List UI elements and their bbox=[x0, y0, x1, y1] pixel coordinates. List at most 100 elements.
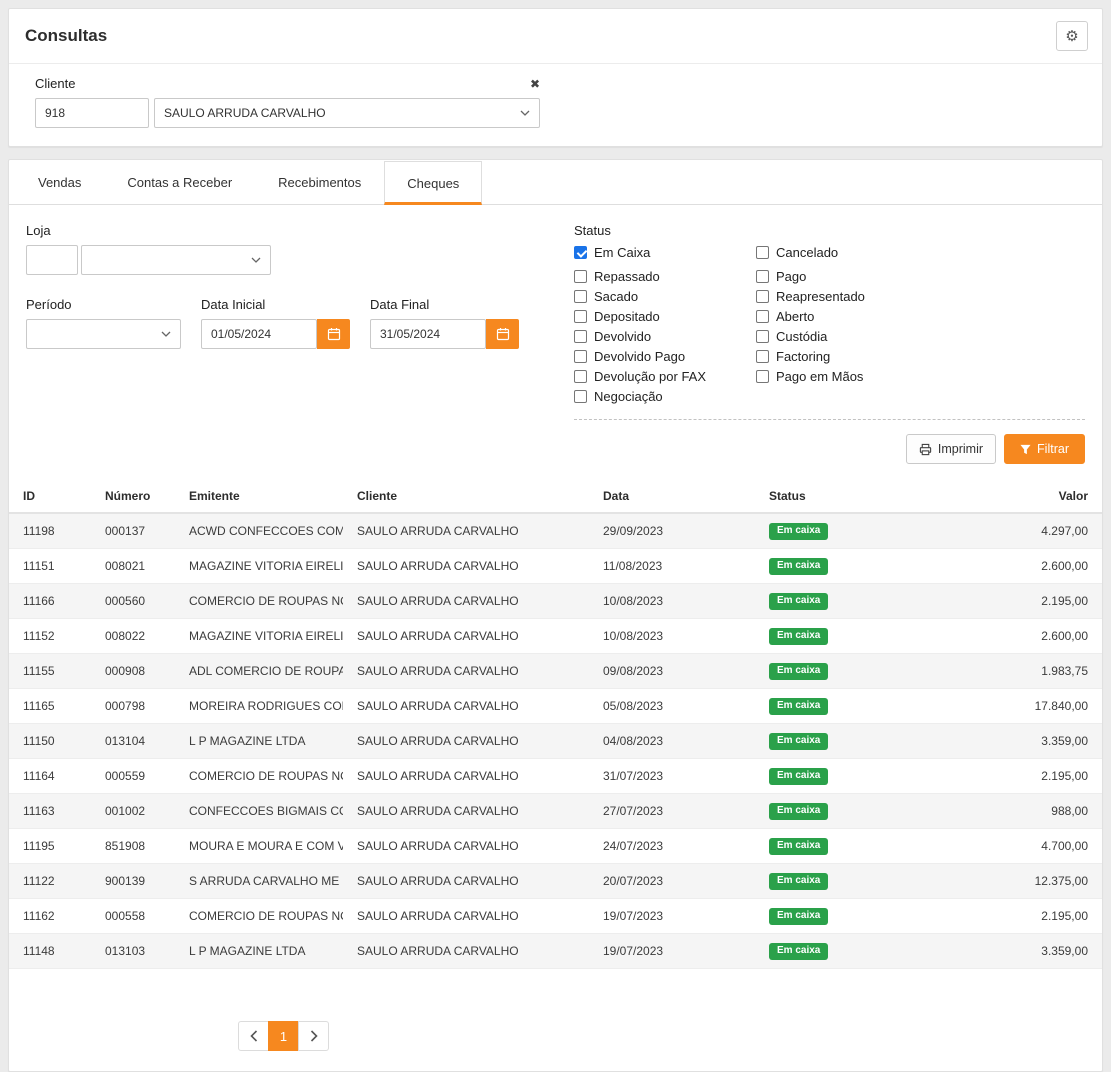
status-option-devolvido[interactable]: Devolvido bbox=[574, 325, 756, 338]
column-header-emitente: Emitente bbox=[175, 480, 343, 513]
cell-data: 09/08/2023 bbox=[589, 654, 755, 689]
cell-status: Em caixa bbox=[755, 864, 917, 899]
cell-numero: 013103 bbox=[91, 934, 175, 969]
cell-cliente: SAULO ARRUDA CARVALHO bbox=[343, 619, 589, 654]
table-row[interactable]: 11165000798MOREIRA RODRIGUES COME…SAULO … bbox=[9, 689, 1102, 724]
table-row[interactable]: 11155000908ADL COMERCIO DE ROUPAS …SAULO… bbox=[9, 654, 1102, 689]
settings-button[interactable]: ⚙ bbox=[1056, 21, 1088, 51]
table-row[interactable]: 11166000560COMERCIO DE ROUPAS NOV…SAULO … bbox=[9, 584, 1102, 619]
cell-valor: 988,00 bbox=[917, 794, 1102, 829]
table-row[interactable]: 11122900139S ARRUDA CARVALHO MESAULO ARR… bbox=[9, 864, 1102, 899]
column-header-numero: Número bbox=[91, 480, 175, 513]
table-row[interactable]: 11148013103L P MAGAZINE LTDASAULO ARRUDA… bbox=[9, 934, 1102, 969]
status-option-em-caixa[interactable]: Em Caixa bbox=[574, 245, 756, 258]
checkbox-icon bbox=[756, 290, 769, 303]
status-option-pago-em-m-os[interactable]: Pago em Mãos bbox=[756, 365, 1085, 378]
table-row[interactable]: 11152008022MAGAZINE VITORIA EIRELI MESAU… bbox=[9, 619, 1102, 654]
checkbox-icon bbox=[756, 350, 769, 363]
status-badge: Em caixa bbox=[769, 663, 828, 680]
client-select[interactable]: SAULO ARRUDA CARVALHO bbox=[154, 98, 540, 128]
filter-button[interactable]: Filtrar bbox=[1004, 434, 1085, 464]
periodo-select[interactable] bbox=[26, 319, 181, 349]
cell-emitente: COMERCIO DE ROUPAS NOV… bbox=[175, 899, 343, 934]
cell-numero: 000137 bbox=[91, 513, 175, 549]
cell-numero: 000559 bbox=[91, 759, 175, 794]
data-final-input[interactable] bbox=[370, 319, 486, 349]
data-inicial-input[interactable] bbox=[201, 319, 317, 349]
chevron-down-icon bbox=[520, 110, 530, 116]
filter-button-label: Filtrar bbox=[1037, 442, 1069, 456]
status-option-devolvido-pago[interactable]: Devolvido Pago bbox=[574, 345, 756, 358]
column-header-data: Data bbox=[589, 480, 755, 513]
tab-contas-a-receber[interactable]: Contas a Receber bbox=[104, 160, 255, 204]
client-code-input[interactable] bbox=[35, 98, 149, 128]
checkbox-label: Repassado bbox=[594, 269, 660, 284]
cell-data: 31/07/2023 bbox=[589, 759, 755, 794]
status-option-aberto[interactable]: Aberto bbox=[756, 305, 1085, 318]
status-option-repassado[interactable]: Repassado bbox=[574, 265, 756, 278]
cell-valor: 4.297,00 bbox=[917, 513, 1102, 549]
tab-cheques[interactable]: Cheques bbox=[384, 161, 482, 205]
loja-code-input[interactable] bbox=[26, 245, 78, 275]
pagination-next-button[interactable] bbox=[298, 1021, 329, 1051]
data-inicial-calendar-button[interactable] bbox=[317, 319, 350, 349]
cell-valor: 2.195,00 bbox=[917, 759, 1102, 794]
print-button[interactable]: Imprimir bbox=[906, 434, 996, 464]
cell-status: Em caixa bbox=[755, 689, 917, 724]
cell-id: 11151 bbox=[9, 549, 91, 584]
status-option-sacado[interactable]: Sacado bbox=[574, 285, 756, 298]
pagination-prev-button[interactable] bbox=[238, 1021, 269, 1051]
pagination-page-1[interactable]: 1 bbox=[268, 1021, 299, 1051]
checkbox-label: Sacado bbox=[594, 289, 638, 304]
cell-status: Em caixa bbox=[755, 934, 917, 969]
cell-valor: 3.359,00 bbox=[917, 724, 1102, 759]
status-option-devolu-o-por-fax[interactable]: Devolução por FAX bbox=[574, 365, 756, 378]
status-badge: Em caixa bbox=[769, 523, 828, 540]
status-option-negocia-o[interactable]: Negociação bbox=[574, 385, 756, 398]
table-row[interactable]: 11151008021MAGAZINE VITORIA EIRELI MESAU… bbox=[9, 549, 1102, 584]
cell-numero: 851908 bbox=[91, 829, 175, 864]
cell-status: Em caixa bbox=[755, 759, 917, 794]
table-body: 11198000137ACWD CONFECCOES COMER…SAULO A… bbox=[9, 513, 1102, 969]
status-column-1: Em CaixaRepassadoSacadoDepositadoDevolvi… bbox=[574, 245, 756, 405]
tab-recebimentos[interactable]: Recebimentos bbox=[255, 160, 384, 204]
checkbox-label: Devolução por FAX bbox=[594, 369, 706, 384]
checkbox-icon bbox=[756, 310, 769, 323]
checkbox-icon bbox=[574, 270, 587, 283]
cell-cliente: SAULO ARRUDA CARVALHO bbox=[343, 899, 589, 934]
status-option-cust-dia[interactable]: Custódia bbox=[756, 325, 1085, 338]
status-option-depositado[interactable]: Depositado bbox=[574, 305, 756, 318]
status-option-reapresentado[interactable]: Reapresentado bbox=[756, 285, 1085, 298]
cell-id: 11150 bbox=[9, 724, 91, 759]
calendar-icon bbox=[327, 327, 341, 341]
status-badge: Em caixa bbox=[769, 698, 828, 715]
loja-select[interactable] bbox=[81, 245, 271, 275]
client-group: Cliente ✖ SAULO ARRUDA CARVALHO bbox=[35, 76, 540, 128]
client-section: Cliente ✖ SAULO ARRUDA CARVALHO bbox=[9, 63, 1102, 146]
clear-client-icon[interactable]: ✖ bbox=[530, 78, 540, 90]
tab-vendas[interactable]: Vendas bbox=[15, 160, 104, 204]
cell-id: 11122 bbox=[9, 864, 91, 899]
status-option-pago[interactable]: Pago bbox=[756, 265, 1085, 278]
table-row[interactable]: 11162000558COMERCIO DE ROUPAS NOV…SAULO … bbox=[9, 899, 1102, 934]
loja-label: Loja bbox=[26, 223, 574, 238]
status-option-factoring[interactable]: Factoring bbox=[756, 345, 1085, 358]
table-row[interactable]: 11198000137ACWD CONFECCOES COMER…SAULO A… bbox=[9, 513, 1102, 549]
data-final-calendar-button[interactable] bbox=[486, 319, 519, 349]
actions-row: Imprimir Filtrar bbox=[9, 420, 1102, 474]
table-row[interactable]: 11195851908MOURA E MOURA E COM VAR…SAULO… bbox=[9, 829, 1102, 864]
filter-section: Loja Período Data Inicial bbox=[9, 205, 1102, 420]
cell-cliente: SAULO ARRUDA CARVALHO bbox=[343, 759, 589, 794]
table-row[interactable]: 11150013104L P MAGAZINE LTDASAULO ARRUDA… bbox=[9, 724, 1102, 759]
checkbox-icon bbox=[756, 246, 769, 259]
cell-emitente: ADL COMERCIO DE ROUPAS … bbox=[175, 654, 343, 689]
cell-cliente: SAULO ARRUDA CARVALHO bbox=[343, 549, 589, 584]
table-row[interactable]: 11163001002CONFECCOES BIGMAIS COM…SAULO … bbox=[9, 794, 1102, 829]
status-badge: Em caixa bbox=[769, 803, 828, 820]
status-option-cancelado[interactable]: Cancelado bbox=[756, 245, 1085, 258]
status-badge: Em caixa bbox=[769, 733, 828, 750]
cell-valor: 1.983,75 bbox=[917, 654, 1102, 689]
periodo-label: Período bbox=[26, 297, 181, 312]
cell-emitente: L P MAGAZINE LTDA bbox=[175, 934, 343, 969]
table-row[interactable]: 11164000559COMERCIO DE ROUPAS NOV…SAULO … bbox=[9, 759, 1102, 794]
